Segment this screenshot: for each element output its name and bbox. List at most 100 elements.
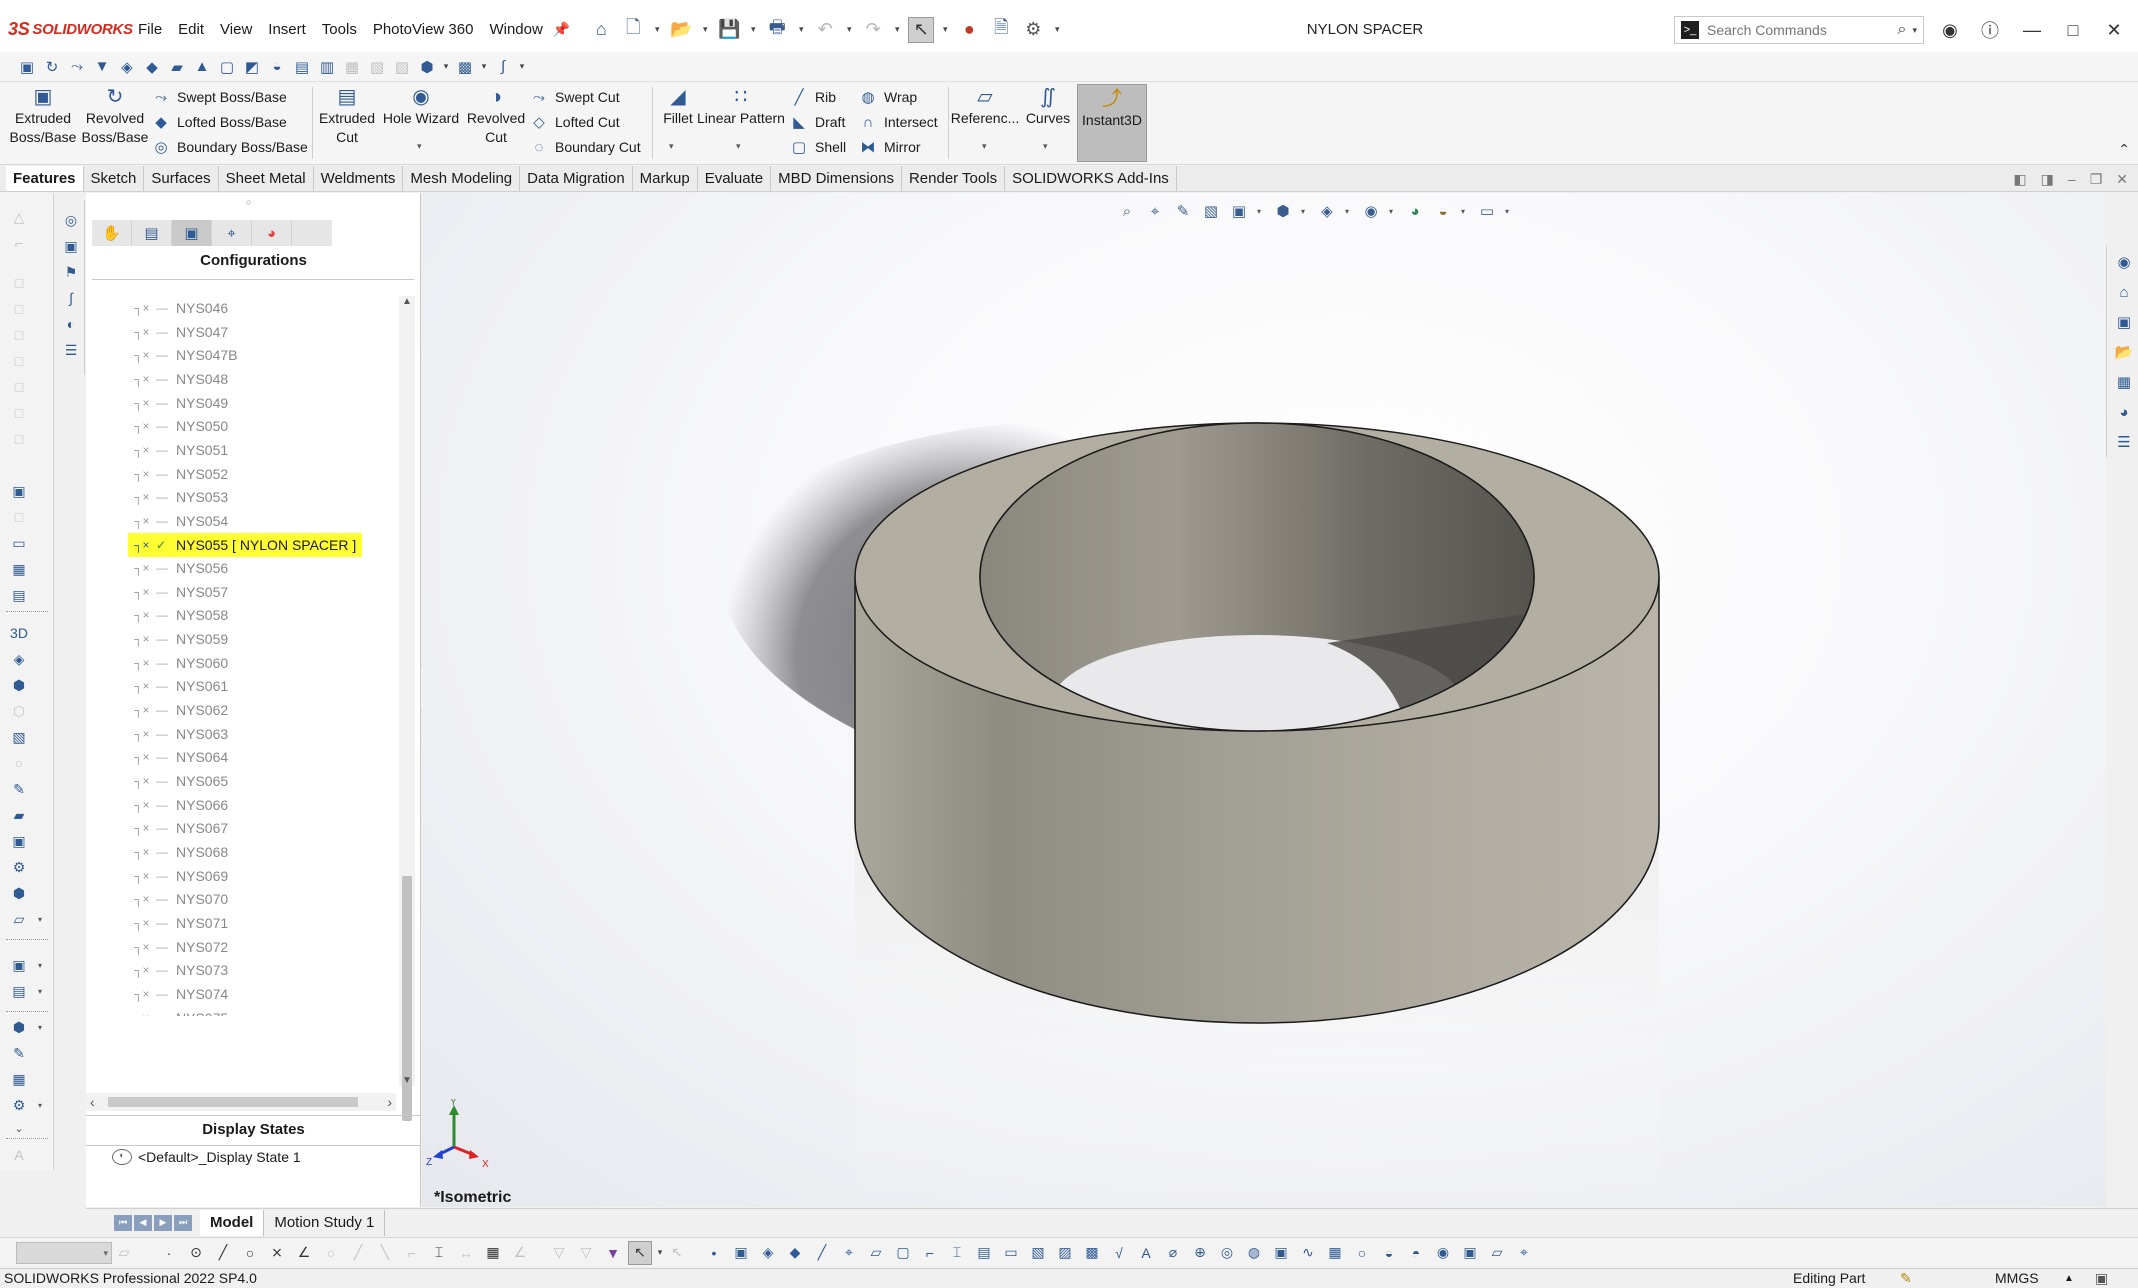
datum-target-icon[interactable]: ◓ [1404,1241,1428,1265]
section-view-icon[interactable]: ▧ [1201,202,1221,220]
options-gear-icon[interactable]: ⚙ [1020,17,1046,43]
edge-filter-icon[interactable]: ◈ [756,1241,780,1265]
section-icon[interactable]: ▧ [8,727,30,747]
menu-file[interactable]: File [130,0,170,60]
combo-dropdown-icon[interactable]: ▾ [103,1248,108,1259]
hole-wizard-button[interactable]: ◉ Hole Wizard [382,85,460,128]
stack-balloon-icon[interactable]: ◒ [1377,1241,1401,1265]
assembly-icon[interactable]: ▣ [8,955,30,975]
tab-features[interactable]: Features [6,166,84,191]
tab-model[interactable]: Model [200,1209,265,1236]
status-units[interactable]: MMGS [1995,1269,2039,1288]
grey-tool-icon[interactable]: ↖ [665,1241,689,1265]
extruded-boss-button[interactable]: ▣ Extruded Boss/Base [8,85,78,147]
menu-insert[interactable]: Insert [260,0,314,60]
face-filter-icon[interactable]: ▣ [729,1241,753,1265]
prev-tab-icon[interactable]: ◀ [134,1214,152,1231]
view-orientation-icon[interactable]: ⬢ [416,56,438,78]
boss-icon[interactable]: ▲ [191,56,213,78]
sweep-icon[interactable]: ⤳ [66,56,88,78]
config-item[interactable]: ┐× — NYS047 [134,320,228,344]
note-filter-icon[interactable]: ▭ [999,1241,1023,1265]
edit-appearance-icon[interactable]: ◕ [1405,203,1425,220]
part-icon[interactable]: ⬢ [8,675,30,695]
tab-feature-manager[interactable]: ✋ [92,220,132,246]
config-item[interactable]: ┐× — NYS046 [134,296,228,320]
edit-icon[interactable]: ✎ [8,779,30,799]
hole-wizard-dropdown-icon[interactable]: ▾ [417,141,422,152]
select-dropdown-icon[interactable]: ▾ [940,24,950,35]
tab-property-manager[interactable]: ▤ [132,220,172,246]
shell-button[interactable]: ▢ Shell [790,135,846,159]
cube-icon[interactable]: ⬢ [8,883,30,903]
hide-show-dropdown-icon[interactable]: ▾ [1389,207,1397,216]
tab-configuration-manager[interactable]: ▣ [172,220,212,246]
layout-icon[interactable]: ▤ [8,585,30,605]
chamfer-icon[interactable]: ◩ [241,56,263,78]
solidworks-resources-icon[interactable]: ◉ [2113,251,2135,273]
reference-geometry-dropdown-icon[interactable]: ▾ [982,141,987,152]
grey-tool-icon[interactable]: □ [8,299,30,319]
reference-plane-icon[interactable]: ▱ [1485,1241,1509,1265]
config-item[interactable]: ┐× — NYS049 [134,391,228,415]
config-item[interactable]: ┐× — NYS071 [134,911,228,935]
config-item[interactable]: ┐× — NYS063 [134,722,228,746]
lofted-boss-button[interactable]: ◆ Lofted Boss/Base [152,110,287,134]
scroll-down-icon[interactable]: ▼ [399,1075,415,1086]
scroll-right-icon[interactable]: › [387,1093,392,1111]
home-icon[interactable]: ⌂ [588,17,614,43]
status-options-icon[interactable]: ▣ [2095,1269,2108,1288]
user-account-icon[interactable]: ◉ [1930,0,1970,60]
home-icon[interactable]: ⌂ [2113,281,2135,303]
swept-cut-button[interactable]: ⤳ Swept Cut [530,85,620,109]
grey-tool-icon[interactable]: ∠ [508,1241,532,1265]
grey-tool-icon[interactable]: ⌐ [400,1241,424,1265]
pin-menu-icon[interactable]: 📌 [553,21,570,38]
curves-dropdown-icon[interactable]: ▾ [1043,141,1048,152]
config-item[interactable]: ┐× — NYS057 [134,580,228,604]
previous-view-icon[interactable]: ✎ [1173,202,1193,220]
cut-extrude-icon[interactable]: ▼ [91,56,113,78]
doc-close-icon[interactable]: ✕ [2116,171,2128,188]
print-icon[interactable]: 🖶 [764,17,790,43]
intersect-button[interactable]: ∩ Intersect [859,110,938,134]
strip-dropdown-icon[interactable]: ▾ [38,1101,42,1110]
appearance-icon[interactable]: ◐ [61,314,81,334]
custom-properties-icon[interactable]: ☰ [2113,431,2135,453]
flex-icon[interactable]: ▤ [291,56,313,78]
annotation-filter-icon[interactable]: ▤ [972,1241,996,1265]
design-library-icon[interactable]: ▣ [2113,311,2135,333]
shell-icon[interactable]: ▢ [216,56,238,78]
open-dropdown-icon[interactable]: ▾ [700,24,710,35]
material-icon[interactable]: ◈ [8,649,30,669]
collapse-ribbon-icon[interactable]: ⌃ [2118,141,2130,158]
smart-dimension-icon[interactable]: ⌐ [8,233,30,253]
library-icon[interactable]: ▦ [8,1069,30,1089]
reference-dropdown-icon[interactable]: ▾ [479,61,489,72]
tab-mesh-modeling[interactable]: Mesh Modeling [403,166,521,191]
grey-tool-icon[interactable]: □ [8,351,30,371]
grey-tool-icon[interactable]: ○ [8,753,30,773]
weld-filter-icon[interactable]: ▨ [1053,1241,1077,1265]
gear-part-icon[interactable]: ⚙ [8,857,30,877]
config-item[interactable]: ┐× — NYS074 [134,982,228,1006]
replace-face-icon[interactable]: ▨ [391,56,413,78]
revolved-boss-button[interactable]: ↻ Revolved Boss/Base [80,85,150,147]
move-face-icon[interactable]: ▦ [341,56,363,78]
measure-icon[interactable]: ✎ [8,1043,30,1063]
help-icon[interactable]: ⓘ [1970,0,2010,60]
strip-dropdown-icon[interactable]: ▾ [38,961,42,970]
units-dropdown-icon[interactable]: ▲ [2064,1269,2074,1288]
config-item[interactable]: ┐× — NYS056 [134,556,228,580]
maximize-icon[interactable]: □ [2053,0,2093,60]
config-item[interactable]: ┐× — NYS067 [134,816,228,840]
view-settings-icon[interactable]: ▭ [1477,202,1497,220]
body-filter-icon[interactable]: ▢ [891,1241,915,1265]
rebuild-traffic-light-icon[interactable]: ● [956,17,982,43]
menu-view[interactable]: View [212,0,260,60]
light-icon[interactable]: ◉ [1431,1241,1455,1265]
boundary-cut-button[interactable]: ◌ Boundary Cut [530,135,641,159]
display-style-icon[interactable]: ◈ [1317,202,1337,220]
sketch-icon[interactable]: △ [8,207,30,227]
config-item[interactable]: ┐× — NYS059 [134,627,228,651]
